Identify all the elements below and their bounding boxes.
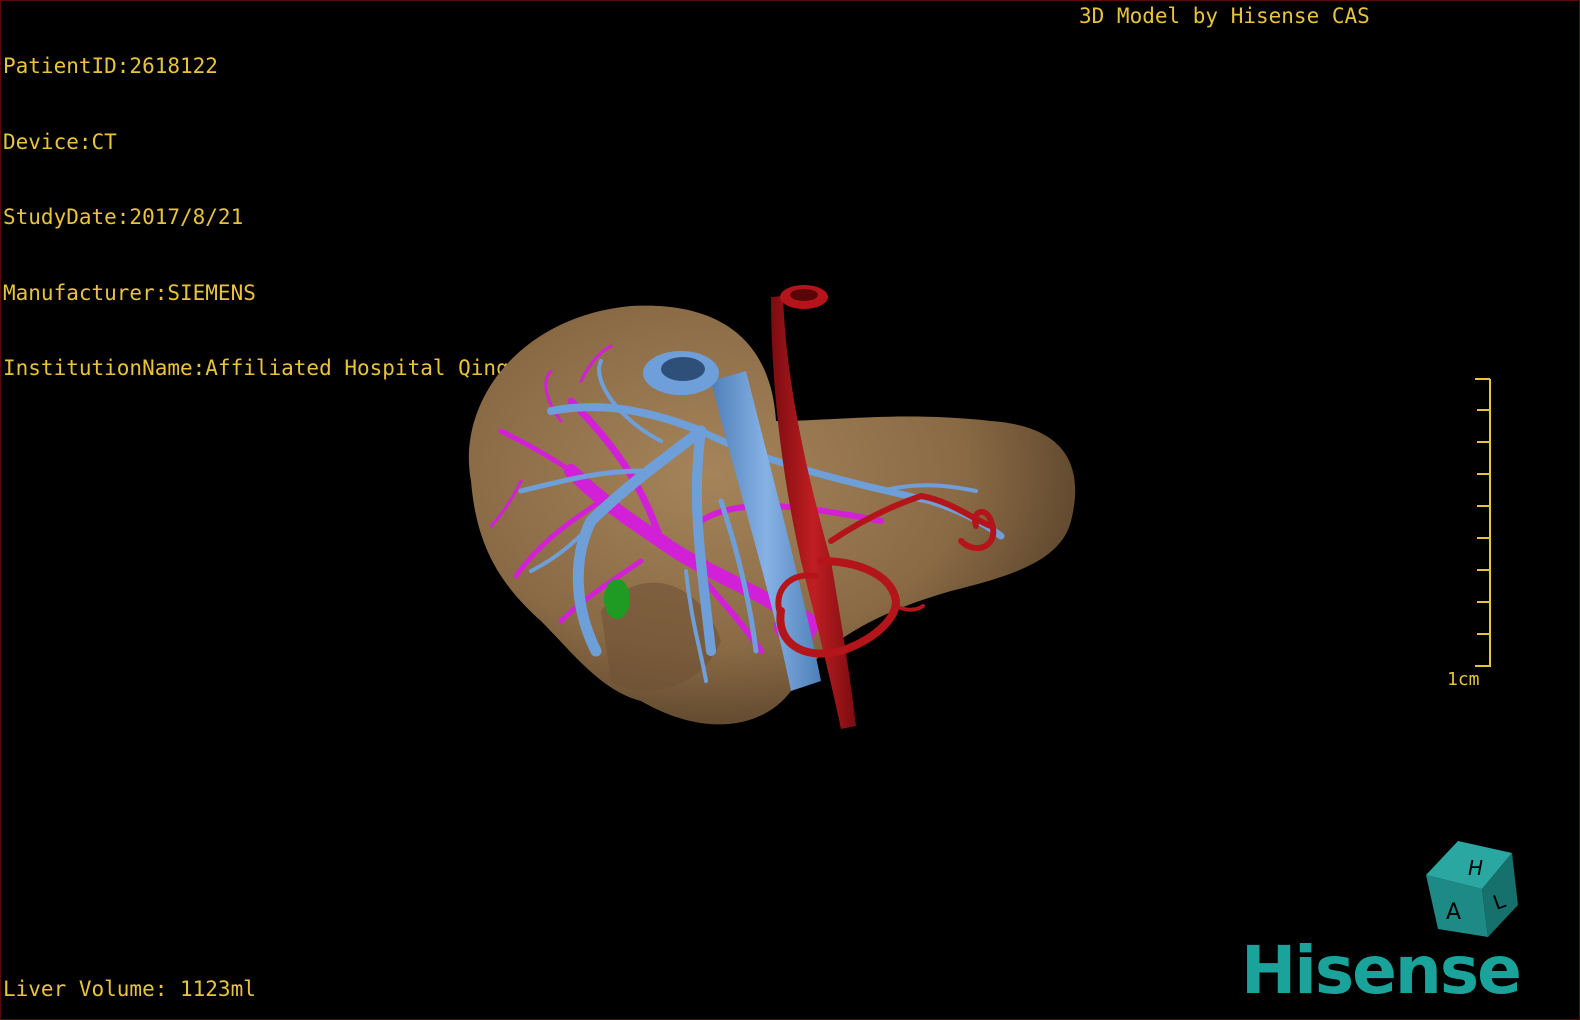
scale-label: 1cm bbox=[1447, 669, 1480, 690]
scale-bar-icon bbox=[1475, 378, 1491, 667]
svg-text:H: H bbox=[1468, 856, 1483, 880]
hisense-logo: Hisense bbox=[1241, 932, 1522, 1009]
liver-volume-text: Liver Volume: 1123ml bbox=[3, 977, 256, 1001]
svg-text:A: A bbox=[1446, 900, 1461, 925]
orientation-cube-icon[interactable]: H A L bbox=[1416, 833, 1526, 943]
lesion bbox=[604, 579, 630, 619]
liver-3d-model[interactable] bbox=[1, 1, 1579, 1019]
3d-viewport[interactable]: PatientID:2618122 Device:CT StudyDate:20… bbox=[0, 0, 1580, 1020]
